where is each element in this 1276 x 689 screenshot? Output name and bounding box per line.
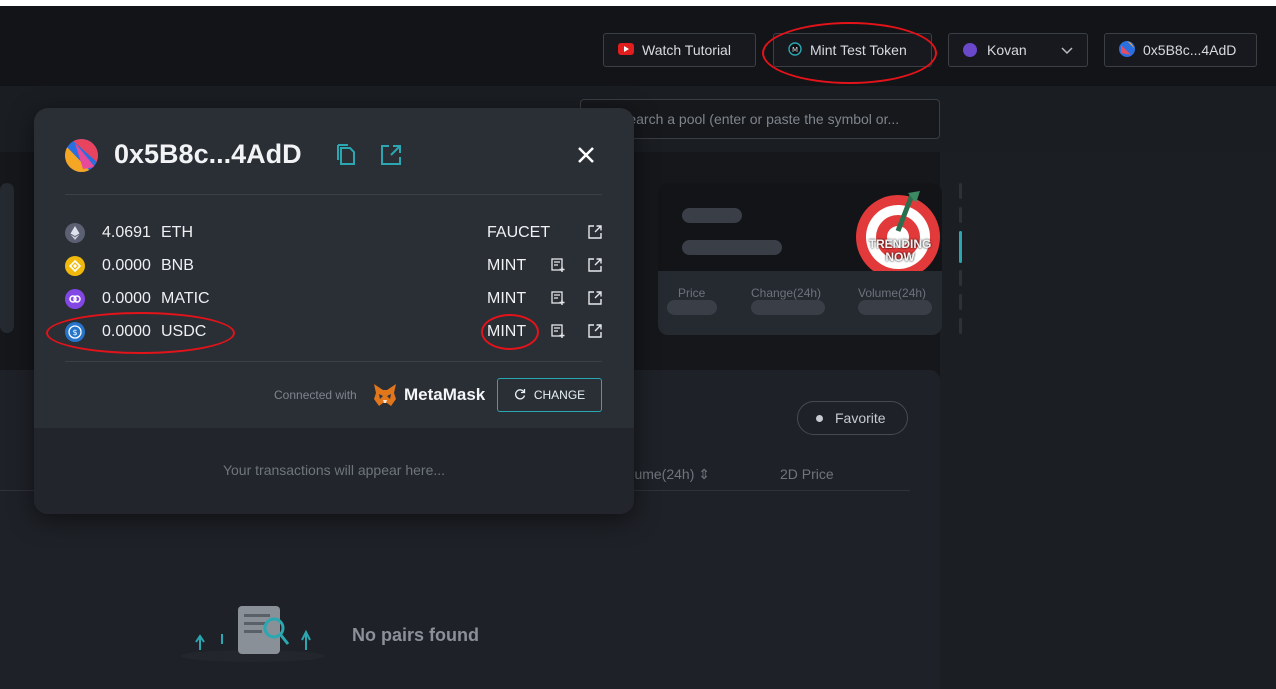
bnb-amount: 0.0000: [102, 257, 151, 274]
svg-text:$: $: [72, 328, 77, 337]
right-panel: [940, 152, 1276, 689]
volume-label: Volume(24h): [858, 286, 927, 300]
transactions-area: Your transactions will appear here...: [34, 428, 634, 514]
scroll-dot-active[interactable]: [959, 231, 962, 263]
connected-with-label: Connected with: [274, 388, 357, 402]
network-selector[interactable]: Kovan: [948, 33, 1088, 67]
balance-row-usdc: $ 0.0000 USDC MINT: [65, 320, 605, 344]
trending-badge-line2: NOW: [885, 250, 915, 264]
mint-link-bnb[interactable]: MINT: [487, 257, 526, 275]
usdc-icon: $: [65, 322, 85, 342]
wallet-avatar-icon: [65, 139, 98, 177]
mint-link-usdc[interactable]: MINT: [487, 323, 526, 341]
account-button[interactable]: 0x5B8c...4AdD: [1104, 33, 1257, 67]
no-pairs-text: No pairs found: [352, 625, 479, 645]
column-2d-price: 2D Price: [780, 466, 834, 482]
svg-text:M: M: [792, 46, 798, 54]
favorite-label: Favorite: [835, 410, 886, 426]
transactions-empty-text: Your transactions will appear here...: [222, 462, 446, 478]
external-link-icon[interactable]: [588, 225, 602, 244]
eth-symbol: ETH: [161, 224, 193, 241]
external-link-icon[interactable]: [380, 144, 402, 171]
left-card[interactable]: [0, 183, 14, 333]
mint-test-token-label: Mint Test Token: [810, 42, 907, 58]
mint-link-matic[interactable]: MINT: [487, 290, 526, 308]
matic-icon: [65, 289, 85, 309]
modal-divider: [65, 361, 602, 362]
dot-icon: [816, 414, 823, 422]
scroll-dot: [959, 294, 962, 310]
balance-row-matic: 0.0000 MATIC MINT: [65, 287, 605, 311]
mint-test-token-button[interactable]: M Mint Test Token: [773, 33, 932, 67]
network-dot-icon: [963, 43, 977, 57]
watch-tutorial-label: Watch Tutorial: [642, 42, 731, 58]
wallet-name: MetaMask: [404, 385, 486, 404]
skeleton-value: [751, 300, 825, 315]
account-address: 0x5B8c...4AdD: [1143, 42, 1237, 58]
youtube-icon: [618, 42, 634, 58]
change-wallet-button[interactable]: CHANGE: [497, 378, 602, 412]
modal-divider: [65, 194, 602, 195]
metamask-fox-icon: [372, 383, 398, 412]
add-to-wallet-icon[interactable]: [551, 291, 565, 310]
scroll-dot: [959, 207, 962, 223]
pool-search-input[interactable]: Search a pool (enter or paste the symbol…: [580, 99, 940, 139]
usdc-symbol: USDC: [161, 323, 207, 340]
balance-row-bnb: 0.0000 BNB MINT: [65, 254, 605, 278]
faucet-link[interactable]: FAUCET: [487, 224, 550, 242]
account-avatar-icon: [1119, 40, 1135, 60]
bnb-icon: [65, 256, 85, 276]
favorite-button[interactable]: Favorite: [797, 401, 908, 435]
external-link-icon[interactable]: [588, 258, 602, 277]
search-placeholder: Search a pool (enter or paste the symbol…: [619, 111, 900, 127]
eth-icon: [65, 223, 85, 243]
price-label: Price: [678, 286, 706, 300]
trending-badge: TRENDING NOW: [858, 238, 942, 264]
bnb-symbol: BNB: [161, 257, 194, 274]
matic-symbol: MATIC: [161, 290, 210, 307]
network-label: Kovan: [987, 42, 1027, 58]
external-link-icon[interactable]: [588, 291, 602, 310]
skeleton-line: [682, 240, 782, 255]
skeleton-value: [858, 300, 932, 315]
app-header: Watch Tutorial M Mint Test Token Kovan 0…: [0, 6, 1276, 86]
usdc-amount: 0.0000: [102, 323, 151, 340]
copy-icon[interactable]: [337, 144, 357, 171]
close-icon[interactable]: [577, 146, 595, 169]
wallet-address-title: 0x5B8c...4AdD: [114, 139, 302, 169]
refresh-icon: [514, 388, 526, 403]
wallet-modal: 0x5B8c...4AdD 4.0691 ETH FAUCET 0.0000 B…: [34, 108, 634, 514]
scroll-dot: [959, 318, 962, 334]
empty-state-illustration-icon: [178, 592, 328, 667]
change-label: Change(24h): [751, 286, 822, 300]
eth-amount: 4.0691: [102, 224, 151, 241]
trending-card[interactable]: TRENDING NOW Price Change(24h) Volume(24…: [658, 183, 942, 335]
add-to-wallet-icon[interactable]: [551, 258, 565, 277]
balance-row-eth: 4.0691 ETH FAUCET: [65, 221, 605, 245]
add-to-wallet-icon[interactable]: [551, 324, 565, 343]
watch-tutorial-button[interactable]: Watch Tutorial: [603, 33, 756, 67]
sort-icon: ⇕: [698, 466, 710, 482]
skeleton-value: [667, 300, 717, 315]
mint-token-icon: M: [788, 41, 802, 59]
scroll-dot: [959, 183, 962, 199]
matic-amount: 0.0000: [102, 290, 151, 307]
change-label: CHANGE: [533, 388, 586, 402]
chevron-down-icon: [1061, 42, 1073, 58]
external-link-icon[interactable]: [588, 324, 602, 343]
scroll-dot: [959, 270, 962, 286]
skeleton-line: [682, 208, 742, 223]
